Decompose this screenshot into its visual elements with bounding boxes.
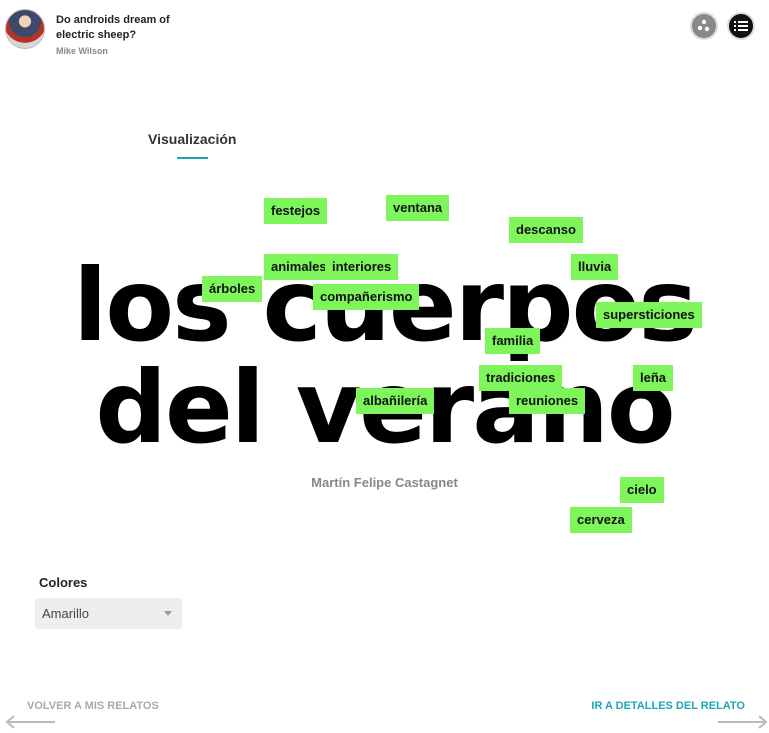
- tag[interactable]: leña: [633, 365, 674, 391]
- tag[interactable]: ventana: [386, 195, 450, 221]
- author-name: Mike Wilson: [56, 46, 108, 56]
- tag[interactable]: reuniones: [509, 388, 586, 414]
- tag[interactable]: árboles: [202, 276, 263, 302]
- arrow-left-icon[interactable]: [5, 714, 57, 730]
- dots-icon: [697, 19, 710, 32]
- forward-link[interactable]: IR A DETALLES DEL RELATO: [591, 700, 745, 712]
- chevron-down-icon: [164, 611, 172, 616]
- tag[interactable]: albañilería: [356, 388, 435, 414]
- list-view-button[interactable]: [727, 12, 755, 40]
- tag[interactable]: animales: [264, 254, 334, 280]
- tag[interactable]: cerveza: [570, 507, 632, 533]
- tag[interactable]: familia: [485, 328, 541, 354]
- section-underline: [177, 157, 208, 159]
- tag[interactable]: cielo: [620, 477, 664, 503]
- tag[interactable]: lluvia: [571, 254, 619, 280]
- tag[interactable]: compañerismo: [313, 284, 420, 310]
- header: Do androids dream of electric sheep? Mik…: [0, 0, 769, 60]
- user-avatar[interactable]: [5, 9, 45, 49]
- story-title: Do androids dream of electric sheep?: [56, 14, 170, 41]
- arrow-right-icon[interactable]: [716, 714, 768, 730]
- list-icon: [734, 21, 748, 31]
- tag[interactable]: interiores: [325, 254, 399, 280]
- back-link[interactable]: VOLVER A MIS RELATOS: [27, 700, 159, 712]
- tag[interactable]: festejos: [264, 198, 328, 224]
- visualization-button[interactable]: [690, 12, 718, 40]
- tag[interactable]: supersticiones: [596, 302, 702, 328]
- color-select[interactable]: Amarillo: [35, 598, 182, 629]
- tag[interactable]: descanso: [509, 217, 583, 243]
- colors-label: Colores: [39, 575, 88, 590]
- color-select-value: Amarillo: [42, 606, 89, 621]
- section-title: Visualización: [148, 131, 237, 147]
